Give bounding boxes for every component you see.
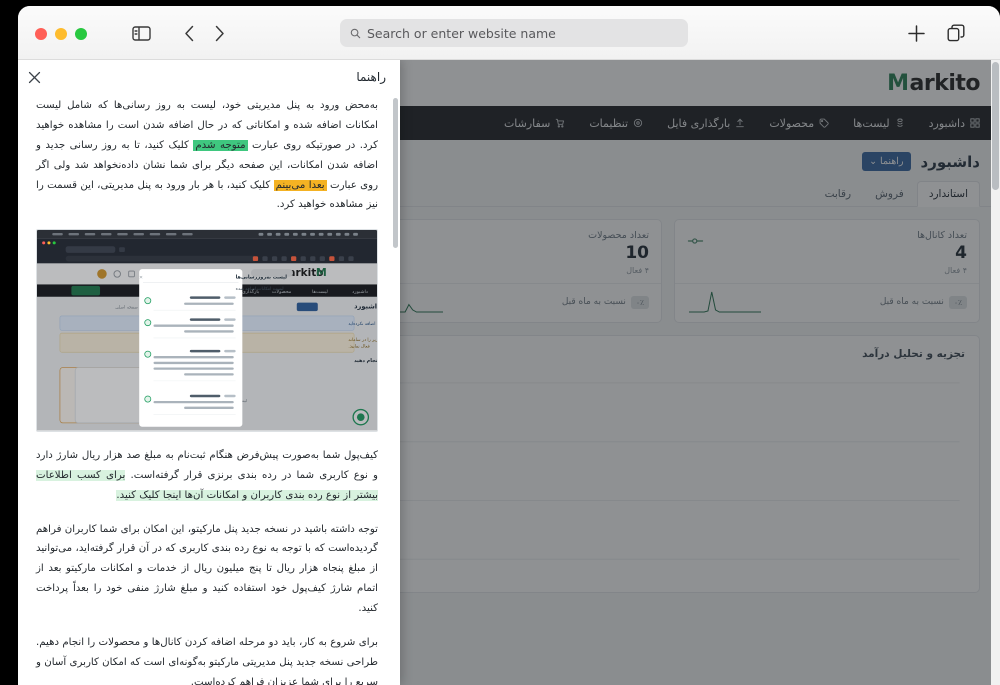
help-drawer-title: راهنما [356,70,386,84]
stat-card-label: تعداد محصولات [588,230,649,241]
cart-icon [555,118,565,128]
list-icon [895,118,905,128]
svg-text:×: × [139,275,143,281]
gear-icon [633,118,643,128]
revenue-panel-title: تجزیه و تحلیل درآمد [862,348,965,360]
stat-card-channels[interactable]: تعداد کانال‌ها 4 ۴ فعال ۰٪ [674,219,980,323]
stat-card-sub: ۴ فعال [626,266,649,275]
tag-icon [819,118,829,128]
nav-label: داشبورد [928,116,965,130]
stat-card-products[interactable]: تعداد محصولات 10 ۴ فعال ۰٪ نسبت به ماه ق… [356,219,662,323]
stat-card-top: تعداد کانال‌ها 4 ۴ فعال [675,220,979,283]
logo-check-icon: M [887,70,909,96]
help-drawer-header: راهنما [18,60,400,94]
stat-card-delta: ۰٪ نسبت به ماه قبل [879,295,967,309]
paragraph-text: برای شروع به کار، باید دو مرحله اضافه کر… [36,637,378,685]
browser-toolbar: Search or enter website name [18,6,1000,60]
copy-icon[interactable] [943,22,969,44]
stat-card-value: 4 [955,243,967,263]
page-scrollbar[interactable] [991,60,1000,685]
status-badge: ۰٪ [630,295,649,309]
page-title: داشبورد [920,152,980,171]
tab-label: رقابت [824,188,852,200]
help-paragraph-4: برای شروع به کار، باید دو مرحله اضافه کر… [36,633,378,685]
embedded-screenshot-1: arkitoMداشبوردلیست‌هامحصولاتبارگذاری فای… [36,229,378,432]
nav-item-orders[interactable]: سفارشات [504,117,565,130]
scrollbar-thumb[interactable] [992,62,999,190]
highlighted-text: متوجه شدم [193,139,248,151]
status-badge: ۰٪ [948,295,967,309]
paragraph-text: توجه داشته باشید در نسخه جدید پنل مارکیت… [36,523,378,615]
stat-card-delta: ۰٪ نسبت به ماه قبل [561,295,649,309]
stat-card-delta-text: نسبت به ماه قبل [561,297,626,307]
tab-competition[interactable]: رقابت [814,182,863,206]
help-drawer-scrollbar[interactable] [393,98,398,681]
stat-card-texts: تعداد کانال‌ها 4 ۴ فعال [917,230,967,275]
sparkline-channels [687,290,763,314]
help-paragraph-1: به‌محض ورود به پنل مدیریتی خود، لیست به … [36,96,378,215]
maximize-window-button[interactable] [75,28,87,40]
minimize-window-button[interactable] [55,28,67,40]
nav-label: تنظیمات [589,116,629,130]
grid-icon [970,118,980,128]
nav-label: بارگذاری فایل [667,116,731,130]
help-button[interactable]: راهنما ⌄ [862,152,911,171]
help-paragraph-3: توجه داشته باشید در نسخه جدید پنل مارکیت… [36,520,378,619]
stat-card-label: تعداد کانال‌ها [917,230,967,241]
svg-text:لیست به‌روزرسانی‌ها: لیست به‌روزرسانی‌ها [236,275,287,281]
stat-card-top: تعداد محصولات 10 ۴ فعال [357,220,661,283]
close-icon[interactable] [28,71,41,84]
tab-sales[interactable]: فروش [864,182,915,206]
upload-icon [735,118,745,128]
logo-text: arkito [909,70,981,96]
nav-item-products[interactable]: محصولات [769,117,829,130]
stat-card-bottom: ۰٪ نسبت به ماه قبل [675,283,979,322]
tab-label: فروش [875,188,904,200]
browser-window: Search or enter website name Markito داش… [18,6,1000,685]
window-controls [35,28,87,40]
markito-logo: Markito [887,71,980,96]
help-drawer-body[interactable]: به‌محض ورود به پنل مدیریتی خود، لیست به … [18,94,400,685]
address-bar[interactable]: Search or enter website name [340,19,688,47]
plus-icon[interactable] [903,22,929,44]
help-button-label: راهنما [880,156,904,167]
address-bar-placeholder: Search or enter website name [367,25,556,41]
channel-icon [687,230,704,252]
chevron-right-icon[interactable] [206,22,232,44]
stat-card-delta-text: نسبت به ماه قبل [879,297,944,307]
tab-label: استاندارد [928,188,968,200]
nav-label: لیست‌ها [853,116,890,130]
search-icon [350,28,361,39]
scrollbar-thumb[interactable] [393,98,398,248]
stat-card-bottom: ۰٪ نسبت به ماه قبل [357,283,661,322]
nav-item-dashboard[interactable]: داشبورد [929,117,980,130]
highlighted-text: بعدا می‌بینم [273,179,327,191]
nav-item-settings[interactable]: تنظیمات [589,117,643,130]
stat-card-texts: تعداد محصولات 10 ۴ فعال [588,230,649,275]
nav-item-lists[interactable]: لیست‌ها [853,117,904,130]
stat-card-value: 10 [625,243,649,263]
nav-label: سفارشات [503,116,551,130]
chevron-left-icon[interactable] [176,22,202,44]
nav-item-file-upload[interactable]: بارگذاری فایل [667,117,745,130]
embedded-screenshot-canvas: arkitoMداشبوردلیست‌هامحصولاتبارگذاری فای… [37,230,377,431]
close-window-button[interactable] [35,28,47,40]
svg-text:لیست امکانات اضافه شده: لیست امکانات اضافه شده [236,287,284,293]
stat-card-sub: ۴ فعال [944,266,967,275]
sidebar-icon[interactable] [128,22,154,44]
nav-label: محصولات [769,116,815,130]
help-paragraph-2: کیف‌پول شما به‌صورت پیش‌فرض هنگام ثبت‌نا… [36,446,378,506]
tab-standard[interactable]: استاندارد [916,181,980,207]
help-drawer: راهنما به‌محض ورود به پنل مدیریتی خود، ل… [18,60,400,685]
page-viewport: Markito جستجو... داشبورد [18,60,1000,685]
chevron-down-icon: ⌄ [869,156,878,167]
